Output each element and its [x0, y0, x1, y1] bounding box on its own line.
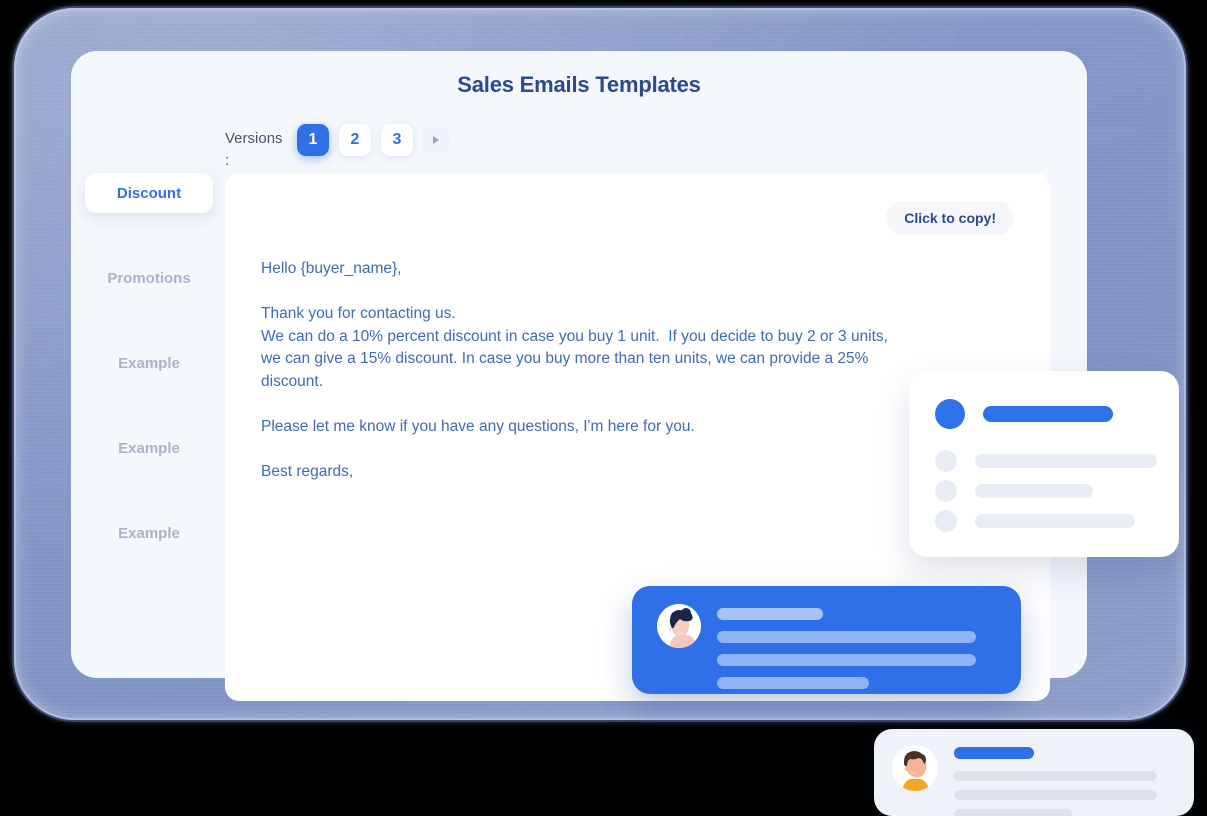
- placeholder-bar-primary: [983, 406, 1113, 422]
- screenshot-root: Sales Emails Templates Versions : 1 2 3 …: [0, 0, 1207, 816]
- floating-blue-chat-card: [632, 586, 1021, 694]
- placeholder-avatar-icon: [935, 480, 957, 502]
- chat-placeholder-bars: [954, 747, 1157, 816]
- floating-card-header: [935, 399, 1113, 429]
- version-button-3[interactable]: 3: [381, 124, 413, 156]
- placeholder-bar: [954, 771, 1157, 781]
- sidebar-item-example-3[interactable]: Example: [85, 513, 213, 553]
- placeholder-bar: [975, 484, 1093, 498]
- list-item: [935, 480, 1093, 502]
- sidebar-item-example-1[interactable]: Example: [85, 343, 213, 383]
- blue-circle-avatar-icon: [935, 399, 965, 429]
- sidebar-item-example-2[interactable]: Example: [85, 428, 213, 468]
- version-button-2[interactable]: 2: [339, 124, 371, 156]
- placeholder-bar: [954, 790, 1157, 800]
- placeholder-bar: [717, 677, 869, 689]
- sidebar-item-promotions[interactable]: Promotions: [85, 258, 213, 298]
- placeholder-avatar-icon: [935, 510, 957, 532]
- chat-placeholder-bars: [717, 608, 976, 700]
- placeholder-bar: [975, 454, 1157, 468]
- versions-pagination: Versions : 1 2 3: [225, 124, 449, 172]
- sidebar-item-discount[interactable]: Discount: [85, 173, 213, 213]
- versions-label: Versions :: [225, 130, 283, 169]
- man-avatar-icon: [892, 745, 938, 791]
- app-panel: Sales Emails Templates Versions : 1 2 3 …: [71, 51, 1087, 701]
- placeholder-bar: [717, 654, 976, 666]
- placeholder-bar: [717, 608, 823, 620]
- woman-avatar-icon: [657, 604, 701, 648]
- list-item: [935, 450, 1157, 472]
- placeholder-avatar-icon: [935, 450, 957, 472]
- email-body-text: Hello {buyer_name}, Thank you for contac…: [261, 260, 888, 480]
- page-title: Sales Emails Templates: [457, 72, 701, 97]
- chevron-right-icon[interactable]: [423, 127, 449, 153]
- version-button-1[interactable]: 1: [297, 124, 329, 156]
- placeholder-bar: [954, 809, 1072, 816]
- placeholder-bar: [975, 514, 1135, 528]
- category-rail: Discount Promotions Example Example Exam…: [85, 173, 213, 598]
- floating-grey-chat-card: [874, 729, 1194, 816]
- placeholder-bar-primary: [954, 747, 1034, 759]
- click-to-copy-tooltip[interactable]: Click to copy!: [886, 201, 1014, 235]
- floating-white-list-card: [909, 371, 1179, 557]
- list-item: [935, 510, 1135, 532]
- placeholder-bar: [717, 631, 976, 643]
- chevron-right-glyph: [433, 136, 439, 144]
